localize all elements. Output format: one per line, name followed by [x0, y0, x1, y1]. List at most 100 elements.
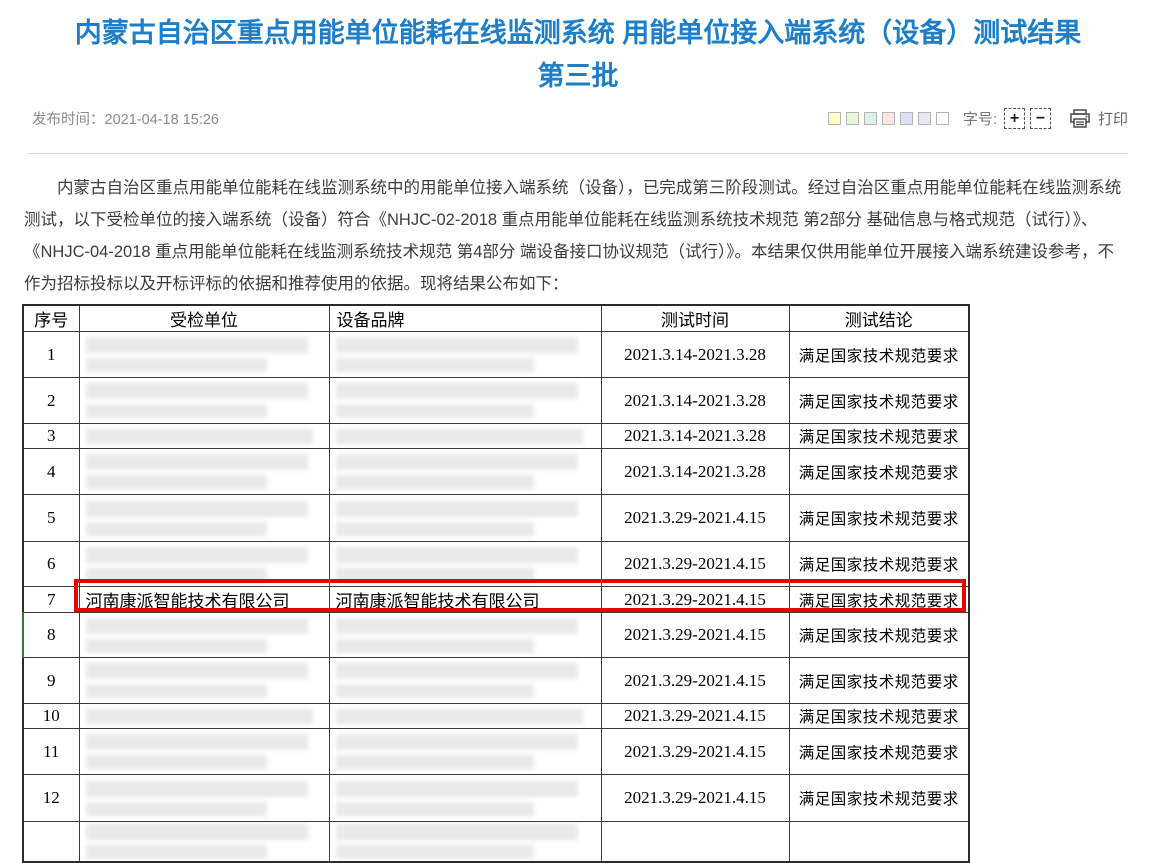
table-row: 8 2021.3.29-2021.4.15满足国家技术规范要求: [23, 613, 969, 658]
redacted-block: [336, 802, 534, 816]
result-cell: 满足国家技术规范要求: [789, 424, 969, 449]
redacted-block: [336, 522, 534, 536]
font-increase-button[interactable]: +: [1004, 108, 1025, 129]
result-cell: 满足国家技术规范要求: [789, 495, 969, 542]
row-number: 8: [23, 613, 79, 658]
theme-swatch[interactable]: [936, 112, 949, 125]
unit-cell: [79, 658, 329, 704]
article-paragraph: 内蒙古自治区重点用能单位能耗在线监测系统中的用能单位接入端系统（设备），已完成第…: [24, 172, 1126, 300]
printer-icon: [1069, 109, 1091, 129]
brand-cell: 河南康派智能技术有限公司: [329, 587, 601, 613]
redacted-block: [86, 734, 308, 750]
row-number: 1: [23, 332, 79, 378]
unit-cell: [79, 424, 329, 449]
row-number: 12: [23, 775, 79, 822]
table-row: 112021.3.29-2021.4.15满足国家技术规范要求: [23, 729, 969, 775]
unit-cell: [79, 495, 329, 542]
period-cell: 2021.3.29-2021.4.15: [601, 613, 789, 658]
period-cell: 2021.3.14-2021.3.28: [601, 424, 789, 449]
redacted-block: [86, 404, 268, 418]
theme-swatch[interactable]: [918, 112, 931, 125]
row-number: 5: [23, 495, 79, 542]
page-title: 内蒙古自治区重点用能单位能耗在线监测系统 用能单位接入端系统（设备）测试结果 第…: [73, 12, 1083, 98]
redacted-block: [86, 845, 268, 859]
period-cell: 2021.3.29-2021.4.15: [601, 704, 789, 729]
redacted-block: [336, 429, 584, 444]
redacted-block: [86, 454, 308, 470]
redacted-block: [86, 475, 268, 489]
unit-cell: [79, 332, 329, 378]
redacted-block: [86, 547, 308, 563]
period-cell: 2021.3.29-2021.4.15: [601, 775, 789, 822]
redacted-block: [86, 358, 268, 372]
theme-swatch[interactable]: [882, 112, 895, 125]
redacted-block: [336, 383, 579, 399]
header-period: 测试时间: [601, 305, 789, 332]
row-number: 6: [23, 542, 79, 587]
theme-swatch[interactable]: [828, 112, 841, 125]
redacted-block: [86, 568, 268, 582]
row-number: 10: [23, 704, 79, 729]
unit-cell: [79, 542, 329, 587]
brand-cell: [329, 658, 601, 704]
result-cell: 满足国家技术规范要求: [789, 658, 969, 704]
results-table-wrapper: 序号 受检单位 设备品牌 测试时间 测试结论 1 2021.3.14-2021.3…: [22, 304, 968, 863]
brand-cell: [329, 495, 601, 542]
result-cell: 满足国家技术规范要求: [789, 613, 969, 658]
print-button[interactable]: 打印: [1069, 108, 1128, 129]
publish-value: 2021-04-18 15:26: [105, 112, 220, 128]
redacted-block: [336, 639, 534, 653]
redacted-block: [86, 781, 308, 797]
table-row: 32021.3.14-2021.3.28满足国家技术规范要求: [23, 424, 969, 449]
result-cell: 满足国家技术规范要求: [789, 729, 969, 775]
redacted-block: [86, 684, 268, 698]
unit-cell: [79, 704, 329, 729]
period-cell: 2021.3.14-2021.3.28: [601, 332, 789, 378]
period-cell: 2021.3.29-2021.4.15: [601, 658, 789, 704]
result-cell: 满足国家技术规范要求: [789, 704, 969, 729]
header-brand: 设备品牌: [329, 305, 601, 332]
redacted-block: [86, 802, 268, 816]
unit-cell: [79, 729, 329, 775]
font-decrease-button[interactable]: −: [1030, 108, 1051, 129]
theme-swatch[interactable]: [846, 112, 859, 125]
redacted-block: [86, 824, 308, 840]
table-row: 10 2021.3.29-2021.4.15满足国家技术规范要求: [23, 704, 969, 729]
redacted-block: [86, 337, 308, 353]
unit-cell: [79, 775, 329, 822]
redacted-block: [336, 755, 534, 769]
redacted-block: [336, 475, 534, 489]
redacted-block: [336, 734, 579, 750]
table-row: 7河南康派智能技术有限公司河南康派智能技术有限公司2021.3.29-2021.…: [23, 587, 969, 613]
result-cell: 满足国家技术规范要求: [789, 449, 969, 495]
brand-cell: [329, 332, 601, 378]
table-row: 5 2021.3.29-2021.4.15满足国家技术规范要求: [23, 495, 969, 542]
redacted-block: [336, 501, 579, 517]
table-row: 62021.3.29-2021.4.15满足国家技术规范要求: [23, 542, 969, 587]
publish-time: 发布时间：2021-04-18 15:26: [28, 108, 219, 129]
redacted-block: [86, 709, 313, 724]
redacted-block: [336, 337, 579, 353]
header-result: 测试结论: [789, 305, 969, 332]
brand-cell: [329, 378, 601, 424]
theme-swatch[interactable]: [900, 112, 913, 125]
redacted-block: [336, 618, 579, 634]
theme-swatches: [823, 112, 949, 125]
results-table: 序号 受检单位 设备品牌 测试时间 测试结论 1 2021.3.14-2021.3…: [22, 304, 970, 863]
redacted-block: [336, 454, 579, 470]
unit-cell: [79, 378, 329, 424]
font-size-label: 字号:: [963, 108, 997, 129]
table-header-row: 序号 受检单位 设备品牌 测试时间 测试结论: [23, 305, 969, 332]
redacted-block: [86, 618, 308, 634]
theme-swatch[interactable]: [864, 112, 877, 125]
unit-cell: [79, 613, 329, 658]
header-no: 序号: [23, 305, 79, 332]
page-tools: 字号: + − 打印: [823, 108, 1128, 129]
period-cell: 2021.3.29-2021.4.15: [601, 495, 789, 542]
redacted-block: [86, 522, 268, 536]
unit-cell: [79, 449, 329, 495]
brand-cell: [329, 424, 601, 449]
redacted-block: [86, 755, 268, 769]
redacted-block: [86, 429, 313, 444]
unit-cell: 河南康派智能技术有限公司: [79, 587, 329, 613]
